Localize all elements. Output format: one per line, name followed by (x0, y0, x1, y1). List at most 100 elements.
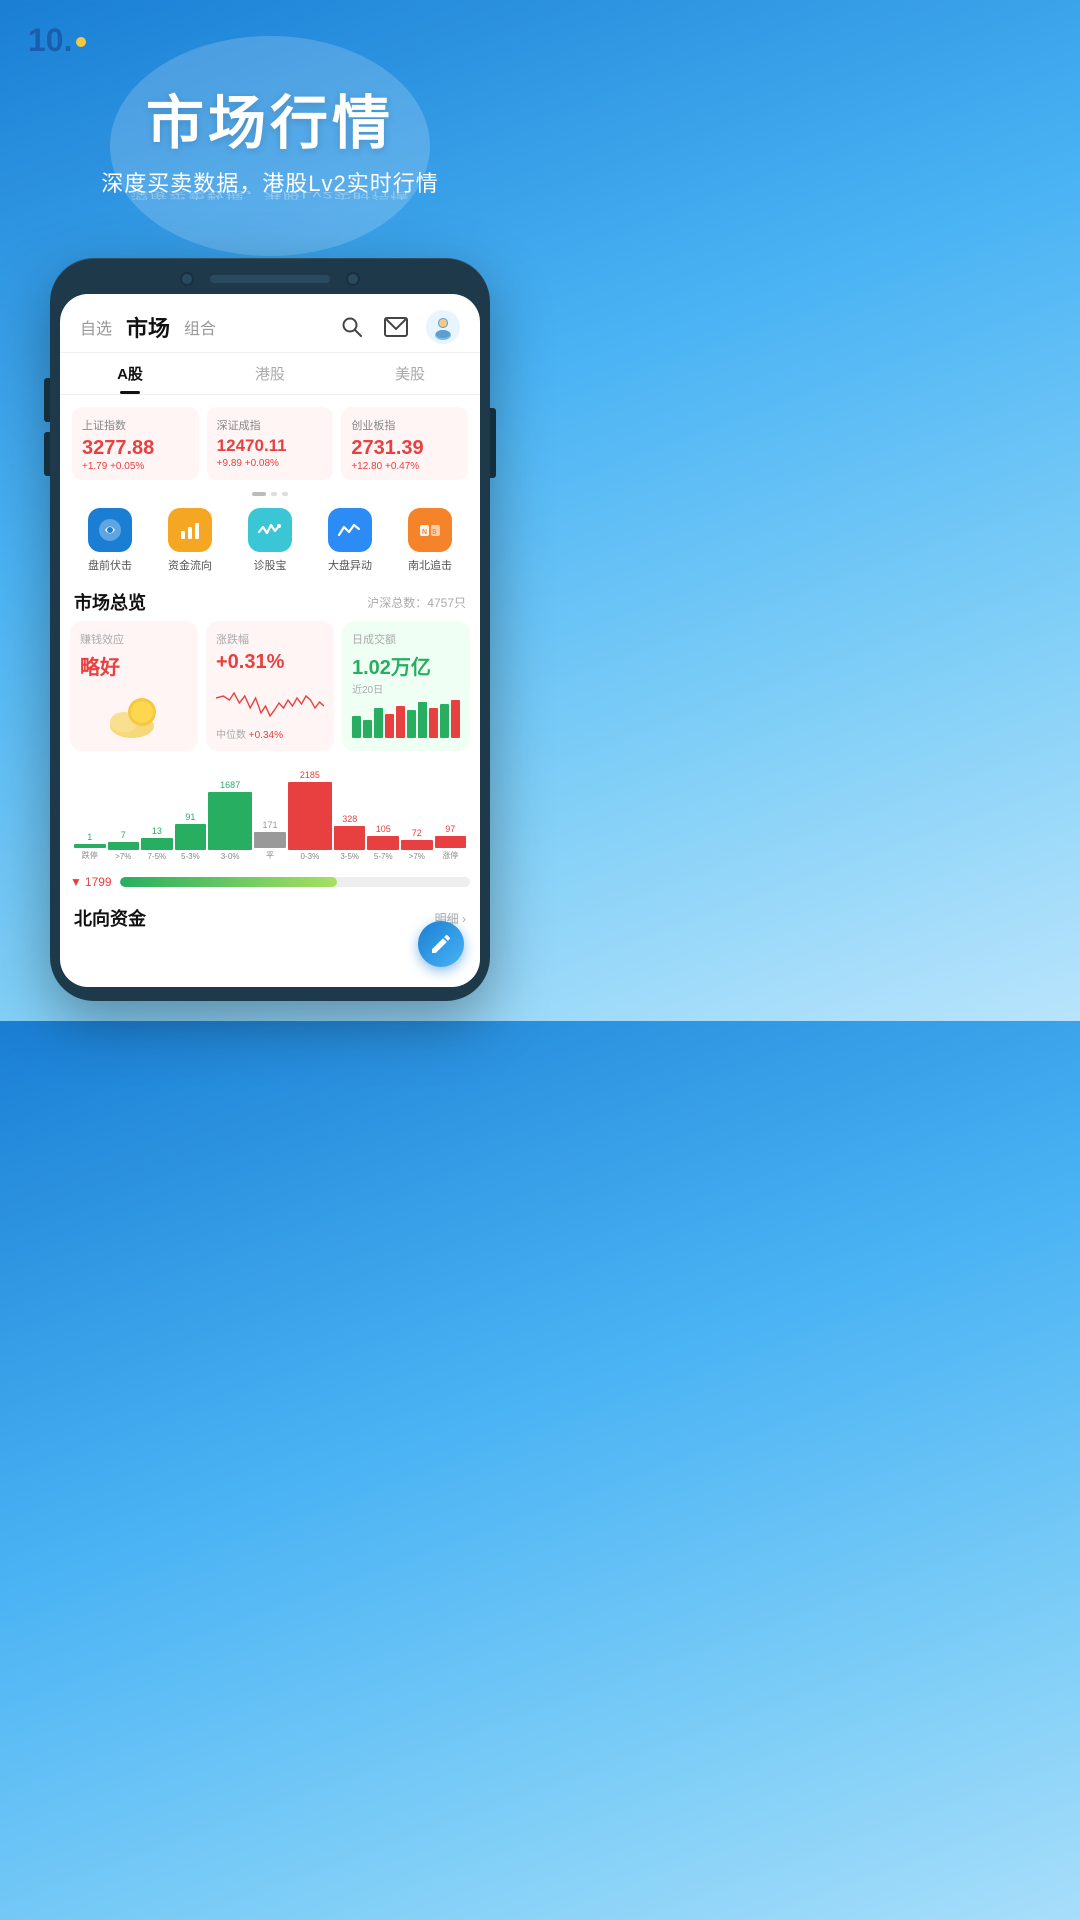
dist-diting: 1 跌停 (74, 832, 106, 861)
market-overview-title: 市场总览 (74, 589, 146, 615)
index-card-cyb-value: 2731.39 (351, 437, 458, 459)
tab-hk-shares[interactable]: 港股 (200, 353, 340, 394)
logo-text: 10. (28, 24, 72, 56)
progress-down-count: 1799 (85, 875, 112, 889)
progress-row: ▼ 1799 (70, 875, 470, 889)
weather-sun-icon (104, 688, 164, 743)
dist-gt7-red: 72 >7% (401, 828, 433, 861)
mail-icon[interactable] (382, 313, 410, 341)
overview-cards: 赚钱效应 略好 涨跌幅 (60, 621, 480, 761)
phone-mockup: 自选 市场 组合 (0, 258, 540, 1021)
phone-camera-icon (180, 272, 194, 286)
phone-notch (60, 272, 480, 286)
risefal-chart (216, 678, 324, 724)
tool-north-south[interactable]: N S 南北追击 (390, 508, 470, 573)
dist-gt7-green: 7 >7% (108, 830, 140, 861)
nav-icons (338, 310, 460, 344)
search-icon[interactable] (338, 313, 366, 341)
index-card-sz-change: +9.89 +0.08% (217, 458, 324, 469)
index-card-sh-change: +1.79 +0.05% (82, 461, 189, 472)
phone-screen: 自选 市场 组合 (60, 294, 480, 987)
ov-card-profit[interactable]: 赚钱效应 略好 (70, 621, 198, 751)
progress-label: ▼ 1799 (70, 875, 112, 889)
svg-text:N: N (422, 529, 427, 536)
tool-capital-icon (168, 508, 212, 552)
index-card-sh-value: 3277.88 (82, 437, 189, 459)
index-cards: 上证指数 3277.88 +1.79 +0.05% 深证成指 12470.11 … (60, 395, 480, 488)
index-card-sz-value: 12470.11 (217, 437, 324, 456)
dist-5-3: 91 5-3% (175, 812, 207, 861)
tabs-row: A股 港股 美股 (60, 353, 480, 395)
dist-3-5: 328 3-5% (334, 814, 366, 861)
dist-flat: 171 平 (254, 820, 286, 861)
phone-button-right (490, 408, 496, 478)
svg-text:S: S (432, 529, 437, 536)
phone-speaker (210, 275, 330, 283)
tool-north-south-icon: N S (408, 508, 452, 552)
tool-bigmarket-label: 大盘异动 (328, 557, 372, 573)
fab-edit-icon (429, 932, 453, 956)
ov-card-volume-sub: 近20日 (352, 681, 460, 696)
tab-a-shares[interactable]: A股 (60, 353, 200, 394)
north-capital-header: 北向资金 明细 › (60, 895, 480, 937)
carousel-dots (60, 488, 480, 500)
dist-3-0: 1687 3-0% (208, 780, 252, 861)
index-card-cyb-change: +12.80 +0.47% (351, 461, 458, 472)
index-card-sz-name: 深证成指 (217, 417, 324, 433)
hero-subtitle-mirror: 深度买卖数据，港股Lv2实时行情 (20, 189, 520, 202)
ov-card-risefal-main: +0.31% (216, 651, 324, 674)
phone-outer: 自选 市场 组合 (50, 258, 490, 1001)
tool-diagnose-label: 诊股宝 (254, 557, 287, 573)
dist-5-7: 105 5-7% (367, 824, 399, 861)
nav-item-zuhe[interactable]: 组合 (184, 315, 216, 339)
nav-item-shichang[interactable]: 市场 (126, 311, 170, 343)
index-card-sh[interactable]: 上证指数 3277.88 +1.79 +0.05% (72, 407, 199, 480)
tool-capital-label: 资金流向 (168, 557, 212, 573)
tool-bigmarket[interactable]: 大盘异动 (310, 508, 390, 573)
dist-7-5: 13 7-5% (141, 826, 173, 861)
ov-card-volume-label: 日成交额 (352, 631, 460, 647)
dot-2 (271, 492, 277, 496)
hero-section: 市场行情 深度买卖数据，港股Lv2实时行情 深度买卖数据，港股Lv2实时行情 (0, 66, 540, 248)
hero-title: 市场行情 (20, 76, 520, 160)
tool-panqian[interactable]: 盘前伏击 (70, 508, 150, 573)
ov-card-volume[interactable]: 日成交额 1.02万亿 近20日 (342, 621, 470, 751)
progress-bar-fill (120, 877, 337, 887)
index-card-sz[interactable]: 深证成指 12470.11 +9.89 +0.08% (207, 407, 334, 480)
tool-bigmarket-icon (328, 508, 372, 552)
dist-zhanting: 97 涨停 (435, 824, 467, 861)
phone-button-left1 (44, 378, 50, 422)
dot-1 (252, 492, 266, 496)
dot-3 (282, 492, 288, 496)
app-nav: 自选 市场 组合 (60, 294, 480, 353)
tool-diagnose[interactable]: 诊股宝 (230, 508, 310, 573)
ov-card-risefal[interactable]: 涨跌幅 +0.31% 中位数 +0.34% (206, 621, 334, 751)
index-card-cyb-name: 创业板指 (351, 417, 458, 433)
nav-item-zixi[interactable]: 自选 (80, 315, 112, 339)
tool-panqian-icon (88, 508, 132, 552)
avatar[interactable] (426, 310, 460, 344)
tool-diagnose-icon (248, 508, 292, 552)
north-capital-title: 北向资金 (74, 905, 146, 931)
market-overview-sub: 沪深总数：4757只 (367, 594, 466, 611)
tab-us-shares[interactable]: 美股 (340, 353, 480, 394)
fab-button[interactable] (418, 921, 464, 967)
index-card-sh-name: 上证指数 (82, 417, 189, 433)
dist-0-3: 2185 0-3% (288, 770, 332, 861)
logo-dot-icon (76, 37, 86, 47)
index-card-cyb[interactable]: 创业板指 2731.39 +12.80 +0.47% (341, 407, 468, 480)
phone-camera2-icon (346, 272, 360, 286)
market-overview-header: 市场总览 沪深总数：4757只 (60, 577, 480, 621)
tool-panqian-label: 盘前伏击 (88, 557, 132, 573)
ov-card-profit-main: 略好 (80, 651, 188, 680)
tool-north-south-label: 南北追击 (408, 557, 452, 573)
tool-capital[interactable]: 资金流向 (150, 508, 230, 573)
phone-button-left2 (44, 432, 50, 476)
distribution-section: 1 跌停 7 >7% 13 7-5% (60, 761, 480, 871)
ov-card-risefal-label: 涨跌幅 (216, 631, 324, 647)
progress-section: ▼ 1799 (60, 871, 480, 895)
nav-left: 自选 市场 组合 (80, 311, 216, 343)
progress-bar-wrap (120, 877, 470, 887)
ov-card-profit-label: 赚钱效应 (80, 631, 188, 647)
ov-card-volume-main: 1.02万亿 (352, 651, 460, 680)
